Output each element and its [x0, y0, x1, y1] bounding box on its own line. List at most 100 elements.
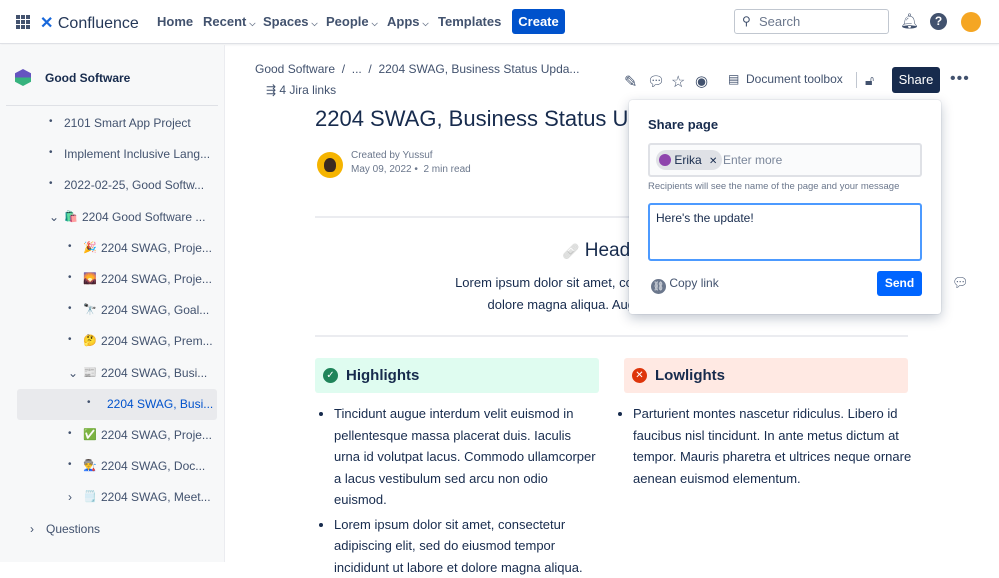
tree-item-label: 2204 SWAG, Busi... — [101, 366, 207, 380]
bullet-icon: • — [87, 397, 91, 408]
lowlights-list: Parturient montes nascetur ridiculus. Li… — [614, 403, 914, 489]
tree-item[interactable]: • 2204 SWAG, Busi... — [17, 389, 217, 420]
tree-item-label: Questions — [46, 522, 100, 536]
tree-item[interactable]: ⌄ 📰 2204 SWAG, Busi... — [0, 358, 220, 389]
breadcrumb: Good Software / ... / 2204 SWAG, Busines… — [255, 62, 579, 76]
chevron-down-icon: ⌵ — [372, 19, 378, 28]
recipients-input[interactable]: Erika ✕ Enter more — [648, 143, 922, 177]
tree-item[interactable]: •2022-02-25, Good Softw... — [0, 170, 220, 201]
tree-item[interactable]: •🤔2204 SWAG, Prem... — [0, 326, 220, 357]
breadcrumb-space[interactable]: Good Software — [255, 62, 335, 76]
tree-item-label: 2204 SWAG, Doc... — [101, 459, 205, 473]
nav-home[interactable]: Home — [157, 14, 193, 29]
unlock-icon[interactable]: 🔓︎ — [865, 72, 874, 89]
tree-item[interactable]: •Implement Inclusive Lang... — [0, 139, 220, 170]
tree-item[interactable]: • ✅ 2204 SWAG, Proje... — [0, 420, 220, 451]
app-switcher-icon[interactable] — [16, 15, 30, 29]
edit-icon[interactable]: ✎ — [624, 72, 637, 92]
tree-item[interactable]: •👨‍🏭2204 SWAG, Doc... — [0, 451, 220, 482]
document-icon: ▤ — [728, 72, 739, 86]
recipient-chip: Erika ✕ — [656, 150, 722, 170]
user-avatar[interactable] — [961, 12, 981, 32]
error-circle-icon: ✕ — [632, 368, 647, 383]
highlights-list: Tincidunt augue interdum velit euismod i… — [315, 403, 599, 578]
page-emoji-icon: 🤔 — [83, 334, 97, 347]
tree-item[interactable]: • 2101 Smart App Project — [0, 108, 220, 139]
bullet-icon: • — [68, 272, 72, 283]
copy-link-button[interactable]: ⛓ Copy link — [651, 276, 719, 294]
link-icon: ⛓ — [651, 279, 666, 294]
breadcrumb-ellipsis[interactable]: ... — [352, 62, 362, 76]
bullet-icon: • — [68, 428, 72, 439]
bullet-icon: • — [49, 178, 53, 189]
message-textarea[interactable]: Here's the update! — [648, 203, 922, 261]
recipients-helper: Recipients will see the name of the page… — [648, 181, 899, 192]
space-logo-icon — [15, 69, 31, 86]
page-title: 2204 SWAG, Business Status Up — [315, 106, 629, 132]
chevron-down-icon[interactable]: ⌄ — [49, 210, 59, 224]
share-dialog-title: Share page — [648, 117, 718, 132]
tree-item[interactable]: › Questions — [0, 514, 220, 545]
breadcrumb-parent[interactable]: 2204 SWAG, Business Status Upda... — [378, 62, 579, 76]
byline: Created by Yussuf May 09, 2022 • 2 min r… — [351, 149, 471, 177]
nav-people[interactable]: People⌵ — [326, 14, 378, 29]
bullet-icon: • — [68, 459, 72, 470]
chevron-down-icon[interactable]: ⌄ — [68, 366, 78, 380]
headline-emoji: 🩹 — [562, 243, 579, 259]
tree-item[interactable]: •🎉2204 SWAG, Proje... — [0, 233, 220, 264]
tree-item-label: 2101 Smart App Project — [64, 116, 191, 130]
more-actions-icon[interactable]: ••• — [950, 70, 970, 88]
divider — [856, 72, 857, 88]
tree-item-label: Implement Inclusive Lang... — [64, 147, 210, 161]
jira-links[interactable]: ⇶ 4 Jira links — [266, 83, 336, 97]
tree-item-label: 2204 SWAG, Proje... — [101, 428, 212, 442]
bullet-icon: • — [68, 303, 72, 314]
document-toolbox-button[interactable]: ▤ Document toolbox — [728, 72, 843, 86]
tree-item[interactable]: •🔭2204 SWAG, Goal... — [0, 295, 220, 326]
chevron-right-icon[interactable]: › — [30, 522, 34, 536]
list-item: Parturient montes nascetur ridiculus. Li… — [633, 403, 914, 489]
search-input[interactable]: ⚲Search — [734, 9, 889, 34]
confluence-logo[interactable]: ✕ Confluence — [40, 13, 139, 33]
page-emoji-icon: 📰 — [83, 366, 97, 379]
highlights-title: Highlights — [346, 367, 419, 384]
list-item: Lorem ipsum dolor sit amet, consectetur … — [334, 514, 599, 578]
chevron-down-icon: ⌵ — [312, 19, 318, 28]
page-emoji-icon: ✅ — [83, 428, 97, 441]
inline-comment-icon[interactable]: 💬︎ — [952, 275, 969, 291]
bullet-icon: • — [68, 241, 72, 252]
list-item: Tincidunt augue interdum velit euismod i… — [334, 403, 599, 511]
lowlights-panel: ✕ Lowlights — [624, 358, 908, 393]
space-name[interactable]: Good Software — [45, 71, 130, 85]
read-time: 2 min read — [423, 164, 470, 175]
created-date: May 09, 2022 — [351, 164, 412, 175]
share-button[interactable]: Share — [892, 67, 940, 93]
tree-item-label: 2204 SWAG, Prem... — [101, 334, 213, 348]
chevron-right-icon[interactable]: › — [68, 490, 72, 504]
notifications-icon[interactable]: 🔔︎ — [900, 12, 919, 30]
comment-icon[interactable]: 💬︎ — [647, 73, 665, 90]
help-icon[interactable]: ? — [930, 13, 947, 30]
jira-icon: ⇶ — [266, 83, 276, 97]
enter-more-placeholder: Enter more — [723, 153, 782, 167]
create-button[interactable]: Create — [512, 9, 565, 34]
tree-item[interactable]: ›🗒️2204 SWAG, Meet... — [0, 482, 220, 513]
sidebar: Good Software •2101 Smart App Project•Im… — [0, 45, 225, 562]
tree-item[interactable]: ⌄🛍️2204 Good Software ... — [0, 202, 220, 233]
bullet-icon: • — [49, 116, 53, 127]
nav-templates[interactable]: Templates — [438, 14, 501, 29]
lowlights-title: Lowlights — [655, 367, 725, 384]
page-emoji-icon: 🌄 — [83, 272, 97, 285]
divider — [6, 105, 218, 106]
nav-apps[interactable]: Apps⌵ — [387, 14, 429, 29]
nav-recent[interactable]: Recent⌵ — [203, 14, 255, 29]
send-button[interactable]: Send — [877, 271, 922, 296]
remove-recipient-icon[interactable]: ✕ — [709, 156, 717, 167]
watch-eye-icon[interactable]: ◉ — [695, 72, 708, 90]
tree-item-label: 2204 SWAG, Busi... — [107, 397, 213, 411]
tree-item[interactable]: •🌄2204 SWAG, Proje... — [0, 264, 220, 295]
tree-item-label: 2204 SWAG, Meet... — [101, 490, 211, 504]
nav-spaces[interactable]: Spaces⌵ — [263, 14, 318, 29]
tree-item-label: 2204 SWAG, Proje... — [101, 241, 212, 255]
star-icon[interactable]: ☆ — [671, 72, 685, 92]
